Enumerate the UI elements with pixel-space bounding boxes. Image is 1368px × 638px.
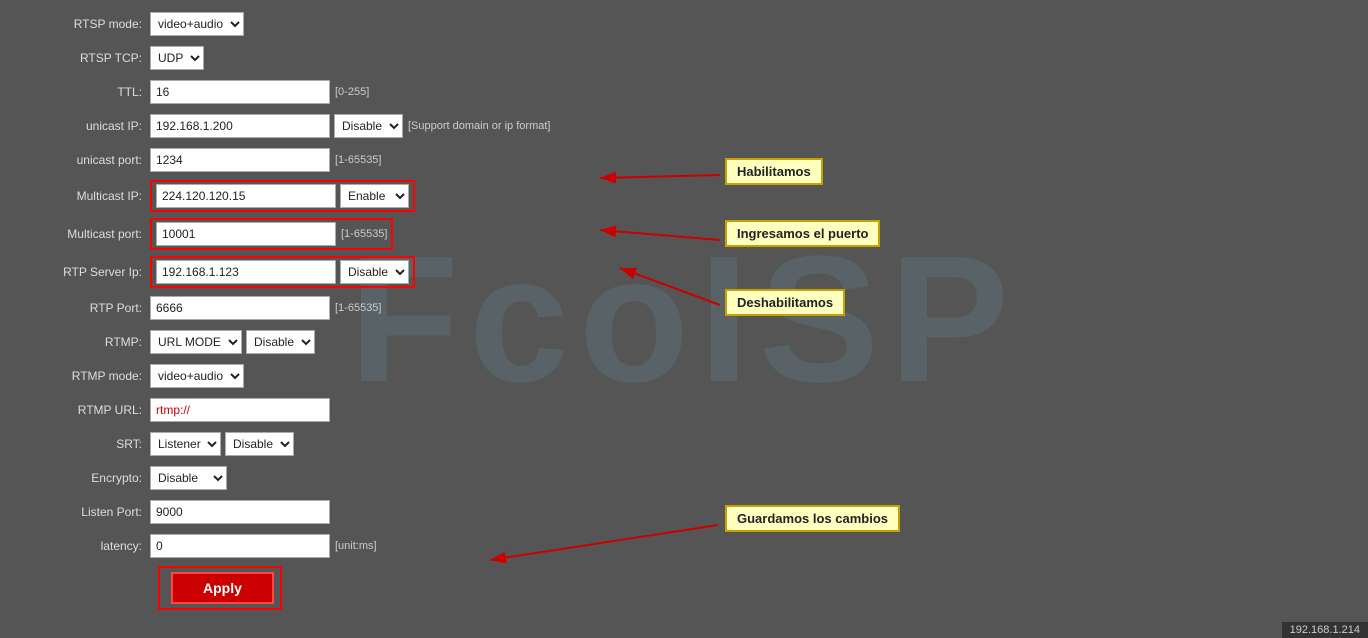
apply-row: Apply bbox=[20, 566, 740, 610]
rtmp-url-label: RTMP URL: bbox=[20, 403, 150, 417]
unicast-port-input[interactable] bbox=[150, 148, 330, 172]
multicast-port-label: Multicast port: bbox=[20, 227, 150, 241]
multicast-ip-highlight: Enable Disable bbox=[150, 180, 415, 212]
ttl-label: TTL: bbox=[20, 85, 150, 99]
rtsp-mode-row: RTSP mode: video+audio video audio bbox=[20, 10, 740, 38]
unicast-port-row: unicast port: [1-65535] bbox=[20, 146, 740, 174]
unicast-port-hint: [1-65535] bbox=[335, 154, 381, 166]
rtp-port-hint: [1-65535] bbox=[335, 302, 381, 314]
rtp-port-row: RTP Port: [1-65535] bbox=[20, 294, 740, 322]
annotation-guardamos: Guardamos los cambios bbox=[725, 505, 900, 532]
rtp-server-ip-highlight: Disable Enable bbox=[150, 256, 415, 288]
srt-listener-select[interactable]: Listener Caller bbox=[150, 432, 221, 456]
rtp-server-ip-row: RTP Server Ip: Disable Enable bbox=[20, 256, 740, 288]
unicast-ip-row: unicast IP: Disable Enable [Support doma… bbox=[20, 112, 740, 140]
ttl-hint: [0-255] bbox=[335, 86, 369, 98]
listen-port-label: Listen Port: bbox=[20, 505, 150, 519]
unicast-ip-label: unicast IP: bbox=[20, 119, 150, 133]
rtmp-disable-select[interactable]: Disable Enable bbox=[246, 330, 315, 354]
rtsp-mode-label: RTSP mode: bbox=[20, 17, 150, 31]
apply-button[interactable]: Apply bbox=[171, 572, 274, 604]
multicast-ip-row: Multicast IP: Enable Disable bbox=[20, 180, 740, 212]
encrypto-label: Encrypto: bbox=[20, 471, 150, 485]
rtp-port-label: RTP Port: bbox=[20, 301, 150, 315]
encrypto-select[interactable]: Disable AES-128 AES-256 bbox=[150, 466, 227, 490]
listen-port-input[interactable] bbox=[150, 500, 330, 524]
multicast-port-hint: [1-65535] bbox=[341, 228, 387, 240]
srt-disable-select[interactable]: Disable Enable bbox=[225, 432, 294, 456]
srt-row: SRT: Listener Caller Disable Enable bbox=[20, 430, 740, 458]
latency-label: latency: bbox=[20, 539, 150, 553]
ttl-input[interactable] bbox=[150, 80, 330, 104]
rtmp-row: RTMP: URL MODE Stream Disable Enable bbox=[20, 328, 740, 356]
latency-row: latency: [unit:ms] bbox=[20, 532, 740, 560]
rtp-server-ip-label: RTP Server Ip: bbox=[20, 265, 150, 279]
annotation-ingresamos: Ingresamos el puerto bbox=[725, 220, 880, 247]
srt-label: SRT: bbox=[20, 437, 150, 451]
annotation-deshabilitamos: Deshabilitamos bbox=[725, 289, 845, 316]
unicast-ip-input[interactable] bbox=[150, 114, 330, 138]
rtp-server-ip-input[interactable] bbox=[156, 260, 336, 284]
apply-button-wrapper: Apply bbox=[158, 566, 282, 610]
listen-port-row: Listen Port: bbox=[20, 498, 740, 526]
multicast-port-input[interactable] bbox=[156, 222, 336, 246]
unicast-port-label: unicast port: bbox=[20, 153, 150, 167]
rtsp-mode-select[interactable]: video+audio video audio bbox=[150, 12, 244, 36]
settings-form: RTSP mode: video+audio video audio RTSP … bbox=[0, 0, 760, 626]
annotation-habilitamos: Habilitamos bbox=[725, 158, 823, 185]
rtmp-audio-select[interactable]: video+audio video audio bbox=[150, 364, 244, 388]
rtmp-mode-label: RTMP mode: bbox=[20, 369, 150, 383]
ttl-row: TTL: [0-255] bbox=[20, 78, 740, 106]
rtmp-label: RTMP: bbox=[20, 335, 150, 349]
rtsp-tcp-select[interactable]: UDP TCP bbox=[150, 46, 204, 70]
multicast-ip-select[interactable]: Enable Disable bbox=[340, 184, 409, 208]
multicast-port-row: Multicast port: [1-65535] bbox=[20, 218, 740, 250]
latency-hint: [unit:ms] bbox=[335, 540, 377, 552]
multicast-ip-label: Multicast IP: bbox=[20, 189, 150, 203]
unicast-ip-hint: [Support domain or ip format] bbox=[408, 120, 550, 132]
rtp-server-ip-select[interactable]: Disable Enable bbox=[340, 260, 409, 284]
rtmp-mode-select[interactable]: URL MODE Stream bbox=[150, 330, 242, 354]
rtp-port-input[interactable] bbox=[150, 296, 330, 320]
status-ip: 192.168.1.214 bbox=[1290, 624, 1360, 636]
multicast-port-highlight: [1-65535] bbox=[150, 218, 393, 250]
rtsp-tcp-row: RTSP TCP: UDP TCP bbox=[20, 44, 740, 72]
multicast-ip-input[interactable] bbox=[156, 184, 336, 208]
rtmp-url-row: RTMP URL: bbox=[20, 396, 740, 424]
encrypto-row: Encrypto: Disable AES-128 AES-256 bbox=[20, 464, 740, 492]
status-bar: 192.168.1.214 bbox=[1282, 622, 1368, 638]
rtmp-url-input[interactable] bbox=[150, 398, 330, 422]
rtsp-tcp-label: RTSP TCP: bbox=[20, 51, 150, 65]
latency-input[interactable] bbox=[150, 534, 330, 558]
rtmp-mode-row: RTMP mode: video+audio video audio bbox=[20, 362, 740, 390]
unicast-ip-select[interactable]: Disable Enable bbox=[334, 114, 403, 138]
